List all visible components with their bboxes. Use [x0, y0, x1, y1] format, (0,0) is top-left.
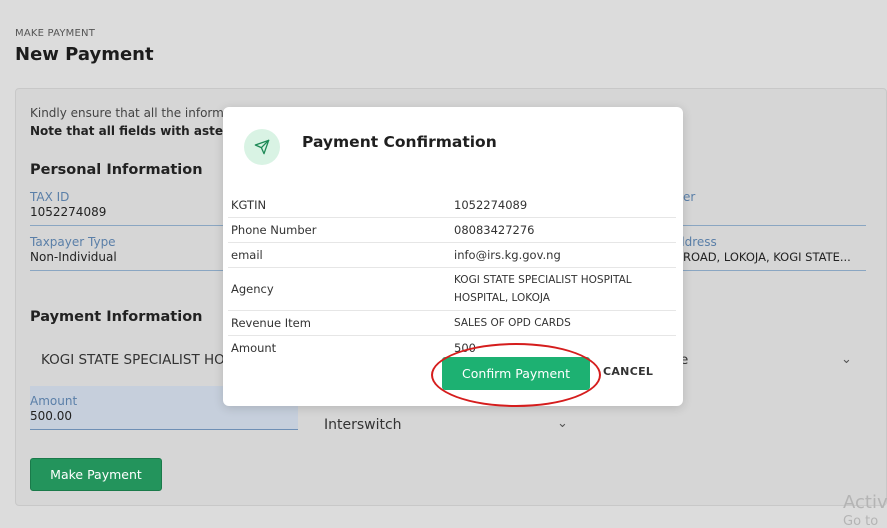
taxpayer-type-label: Taxpayer Type: [30, 235, 116, 249]
payment-provider-select[interactable]: Interswitch: [324, 417, 402, 433]
table-row: Phone Number 08083427276: [228, 218, 676, 243]
modal-title: Payment Confirmation: [302, 133, 497, 151]
tax-id-value[interactable]: 1052274089: [30, 205, 106, 219]
row-value: 1052274089: [454, 198, 528, 212]
tax-id-label: TAX ID: [30, 190, 70, 204]
right-field-underline: [683, 225, 866, 226]
breadcrumb: MAKE PAYMENT: [15, 28, 96, 39]
amount-label: Amount: [30, 394, 78, 408]
send-icon: [244, 129, 280, 165]
agency-select[interactable]: KOGI STATE SPECIALIST HO: [41, 352, 225, 368]
row-key: Revenue Item: [231, 316, 311, 330]
table-row: email info@irs.kg.gov.ng: [228, 243, 676, 268]
address-underline: [683, 270, 866, 271]
row-value: 08083427276: [454, 223, 535, 237]
confirmation-table: KGTIN 1052274089 Phone Number 0808342727…: [228, 193, 676, 360]
personal-info-heading: Personal Information: [30, 162, 203, 178]
cancel-button[interactable]: CANCEL: [603, 365, 653, 378]
row-value: KOGI STATE SPECIALIST HOSPITAL HOSPITAL,…: [454, 274, 632, 304]
address-value[interactable]: ROAD, LOKOJA, KOGI STATE...: [683, 250, 866, 264]
row-key: KGTIN: [231, 198, 267, 212]
taxpayer-type-value[interactable]: Non-Individual: [30, 250, 117, 264]
right-field-label: er: [683, 190, 696, 204]
payment-confirmation-modal: Payment Confirmation KGTIN 1052274089 Ph…: [223, 107, 683, 406]
taxpayer-type-underline: [30, 270, 230, 271]
tax-id-underline: [30, 225, 230, 226]
info-note: Kindly ensure that all the inform: [30, 106, 224, 120]
make-payment-button[interactable]: Make Payment: [30, 458, 162, 491]
chevron-down-icon[interactable]: ⌄: [557, 416, 568, 431]
amount-value[interactable]: 500.00: [30, 409, 72, 423]
row-value: SALES OF OPD CARDS: [454, 317, 571, 329]
chevron-down-icon[interactable]: ⌄: [841, 352, 852, 367]
row-key: Amount: [231, 341, 277, 355]
table-row: Revenue Item SALES OF OPD CARDS: [228, 311, 676, 336]
table-row: KGTIN 1052274089: [228, 193, 676, 218]
payment-info-heading: Payment Information: [30, 309, 203, 325]
row-value: info@irs.kg.gov.ng: [454, 248, 561, 262]
row-key: Agency: [231, 282, 274, 296]
activation-watermark-sub: Go to: [843, 514, 879, 528]
row-key: Phone Number: [231, 223, 317, 237]
row-key: email: [231, 248, 263, 262]
activation-watermark: Activ: [843, 492, 887, 513]
table-row: Agency KOGI STATE SPECIALIST HOSPITAL HO…: [228, 268, 676, 311]
confirm-payment-button[interactable]: Confirm Payment: [442, 357, 590, 390]
page-title: New Payment: [15, 44, 154, 65]
